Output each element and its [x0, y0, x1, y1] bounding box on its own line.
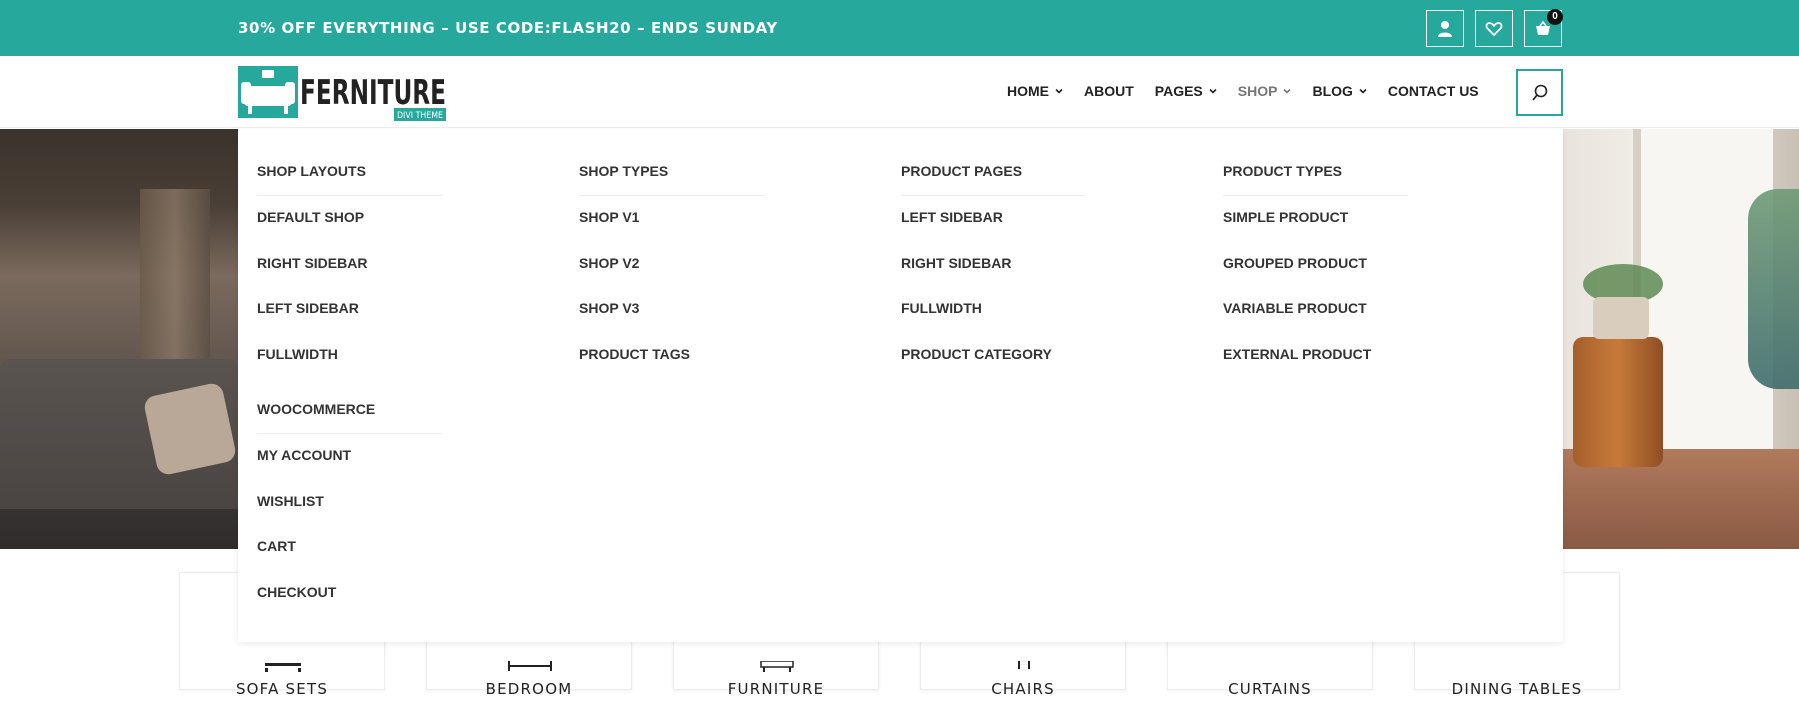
mega-link[interactable]: SIMPLE PRODUCT	[1223, 209, 1348, 225]
mega-link[interactable]: FULLWIDTH	[257, 346, 338, 362]
mega-column-heading[interactable]: SHOP LAYOUTS	[257, 163, 366, 179]
account-button[interactable]	[1426, 10, 1464, 47]
mega-link[interactable]: LEFT SIDEBAR	[257, 300, 359, 316]
logo-wordmark: FERNITURE	[300, 73, 446, 113]
nav-item-contact[interactable]: CONTACT US	[1388, 83, 1479, 99]
shop-mega-menu: SHOP LAYOUTS DEFAULT SHOP RIGHT SIDEBAR …	[238, 129, 1563, 642]
nav-item-pages[interactable]: PAGES	[1155, 83, 1217, 99]
mega-link[interactable]: VARIABLE PRODUCT	[1223, 300, 1367, 316]
heart-icon	[1485, 21, 1503, 36]
wishlist-button[interactable]	[1475, 10, 1513, 47]
mega-link[interactable]: GROUPED PRODUCT	[1223, 255, 1367, 271]
chair-icon	[1018, 661, 1030, 669]
category-label: CHAIRS	[991, 680, 1055, 698]
cabinet-icon	[760, 661, 794, 672]
main-nav: HOME ABOUT PAGES SHOP BLOG CONTACT US	[1007, 83, 1500, 99]
mega-link[interactable]: SHOP V3	[579, 300, 639, 316]
category-label: DINING TABLES	[1451, 680, 1583, 698]
divider	[901, 195, 1086, 196]
main-header: FERNITURE DIVI THEME HOME ABOUT PAGES SH…	[0, 56, 1799, 128]
sofa-logo-icon: FERNITURE DIVI THEME	[238, 66, 446, 121]
chevron-down-icon	[1209, 88, 1217, 94]
bed-icon	[508, 661, 552, 671]
chevron-down-icon	[1359, 88, 1367, 94]
divider	[257, 195, 442, 196]
chevron-down-icon	[1055, 88, 1063, 94]
nav-label: SHOP	[1237, 83, 1278, 99]
cart-count-badge: 0	[1547, 9, 1563, 25]
sofa-icon	[265, 663, 301, 672]
divider	[257, 433, 442, 434]
category-label: SOFA SETS	[235, 680, 329, 698]
nav-label: BLOG	[1312, 83, 1353, 99]
mega-link[interactable]: PRODUCT TAGS	[579, 346, 690, 362]
cart-button[interactable]: 0	[1524, 9, 1563, 47]
nav-label: ABOUT	[1084, 83, 1134, 99]
divider	[579, 195, 764, 196]
mega-column-heading[interactable]: PRODUCT PAGES	[901, 163, 1022, 179]
mega-link[interactable]: SHOP V2	[579, 255, 639, 271]
nav-item-blog[interactable]: BLOG	[1312, 83, 1367, 99]
promo-bar: 30% OFF EVERYTHING – USE CODE:FLASH20 – …	[0, 0, 1799, 56]
mega-link[interactable]: RIGHT SIDEBAR	[901, 255, 1011, 271]
mega-link[interactable]: LEFT SIDEBAR	[901, 209, 1003, 225]
category-label: CURTAINS	[1228, 680, 1312, 698]
mega-link[interactable]: RIGHT SIDEBAR	[257, 255, 367, 271]
hero-image-left	[0, 129, 238, 549]
mega-link[interactable]: MY ACCOUNT	[257, 447, 351, 463]
nav-item-home[interactable]: HOME	[1007, 83, 1063, 99]
nav-label: PAGES	[1154, 83, 1203, 99]
mega-link[interactable]: WISHLIST	[257, 493, 324, 509]
hero-image-right	[1563, 129, 1799, 549]
category-label: BEDROOM	[485, 680, 573, 698]
nav-label: HOME	[1007, 83, 1049, 99]
mega-column-heading[interactable]: SHOP TYPES	[579, 163, 668, 179]
nav-label: CONTACT US	[1387, 83, 1479, 99]
search-icon	[1531, 84, 1547, 101]
nav-item-about[interactable]: ABOUT	[1084, 83, 1134, 99]
user-icon	[1438, 20, 1452, 37]
category-label: FURNITURE	[727, 680, 825, 698]
search-button[interactable]	[1516, 69, 1563, 116]
mega-link[interactable]: CART	[257, 538, 296, 554]
divider	[1223, 195, 1408, 196]
mega-link[interactable]: EXTERNAL PRODUCT	[1223, 346, 1371, 362]
logo[interactable]: FERNITURE DIVI THEME	[238, 64, 448, 122]
logo-tagline: DIVI THEME	[397, 111, 443, 121]
nav-item-shop[interactable]: SHOP	[1238, 83, 1292, 99]
mega-column-heading-woocommerce[interactable]: WOOCOMMERCE	[257, 401, 375, 417]
mega-link[interactable]: SHOP V1	[579, 209, 639, 225]
mega-link[interactable]: FULLWIDTH	[901, 300, 982, 316]
mega-column-heading[interactable]: PRODUCT TYPES	[1223, 163, 1342, 179]
mega-link[interactable]: CHECKOUT	[257, 584, 336, 600]
chevron-down-icon	[1283, 88, 1292, 94]
mega-link[interactable]: DEFAULT SHOP	[257, 209, 364, 225]
mega-link[interactable]: PRODUCT CATEGORY	[901, 346, 1052, 362]
promo-text: 30% OFF EVERYTHING – USE CODE:FLASH20 – …	[238, 19, 778, 37]
